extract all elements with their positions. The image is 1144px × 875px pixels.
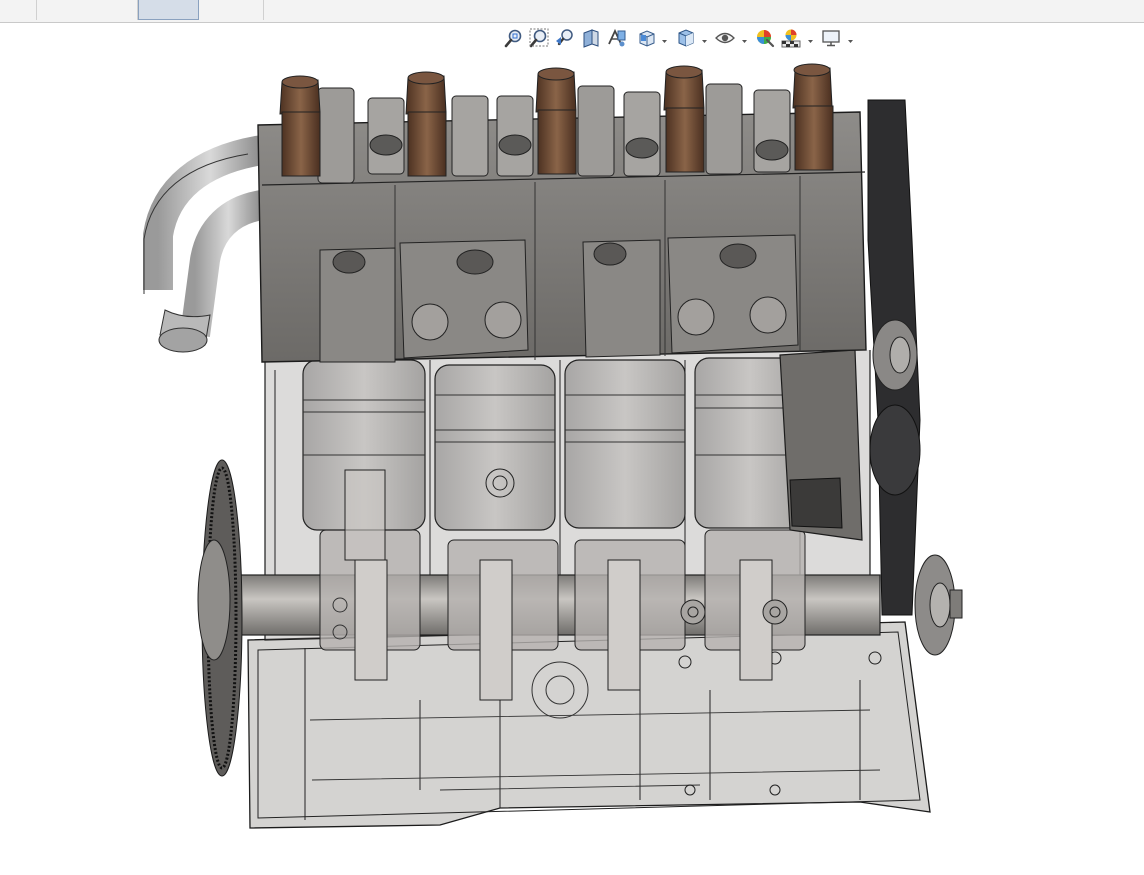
rocker [705, 83, 743, 175]
document-tab[interactable] [0, 0, 37, 20]
rocker [577, 85, 615, 177]
injector [405, 71, 447, 177]
document-tab[interactable] [199, 0, 264, 20]
injector [663, 65, 705, 173]
injector [279, 75, 321, 177]
rocker [367, 97, 405, 175]
cam-cap [582, 239, 661, 358]
rocker [496, 95, 534, 177]
rocker [317, 87, 355, 184]
cam-cap [319, 247, 396, 363]
piston [434, 364, 556, 531]
accessory-bracket [779, 349, 863, 541]
flywheel-gear [197, 459, 243, 777]
piston [564, 359, 686, 529]
rocker [451, 95, 489, 177]
piston [302, 359, 426, 561]
cam-cap [667, 234, 799, 354]
graphics-viewport[interactable] [0, 23, 1144, 875]
rocker [753, 89, 791, 173]
document-tab-active[interactable] [138, 0, 199, 20]
document-tab-strip [0, 0, 1144, 23]
injector [535, 67, 577, 175]
rocker [623, 91, 661, 177]
timing-belt [867, 99, 963, 656]
exhaust-manifold [143, 135, 266, 353]
document-tab[interactable] [37, 0, 138, 20]
injector [792, 63, 834, 171]
cam-cap [399, 239, 529, 359]
engine-model[interactable] [0, 23, 1144, 875]
